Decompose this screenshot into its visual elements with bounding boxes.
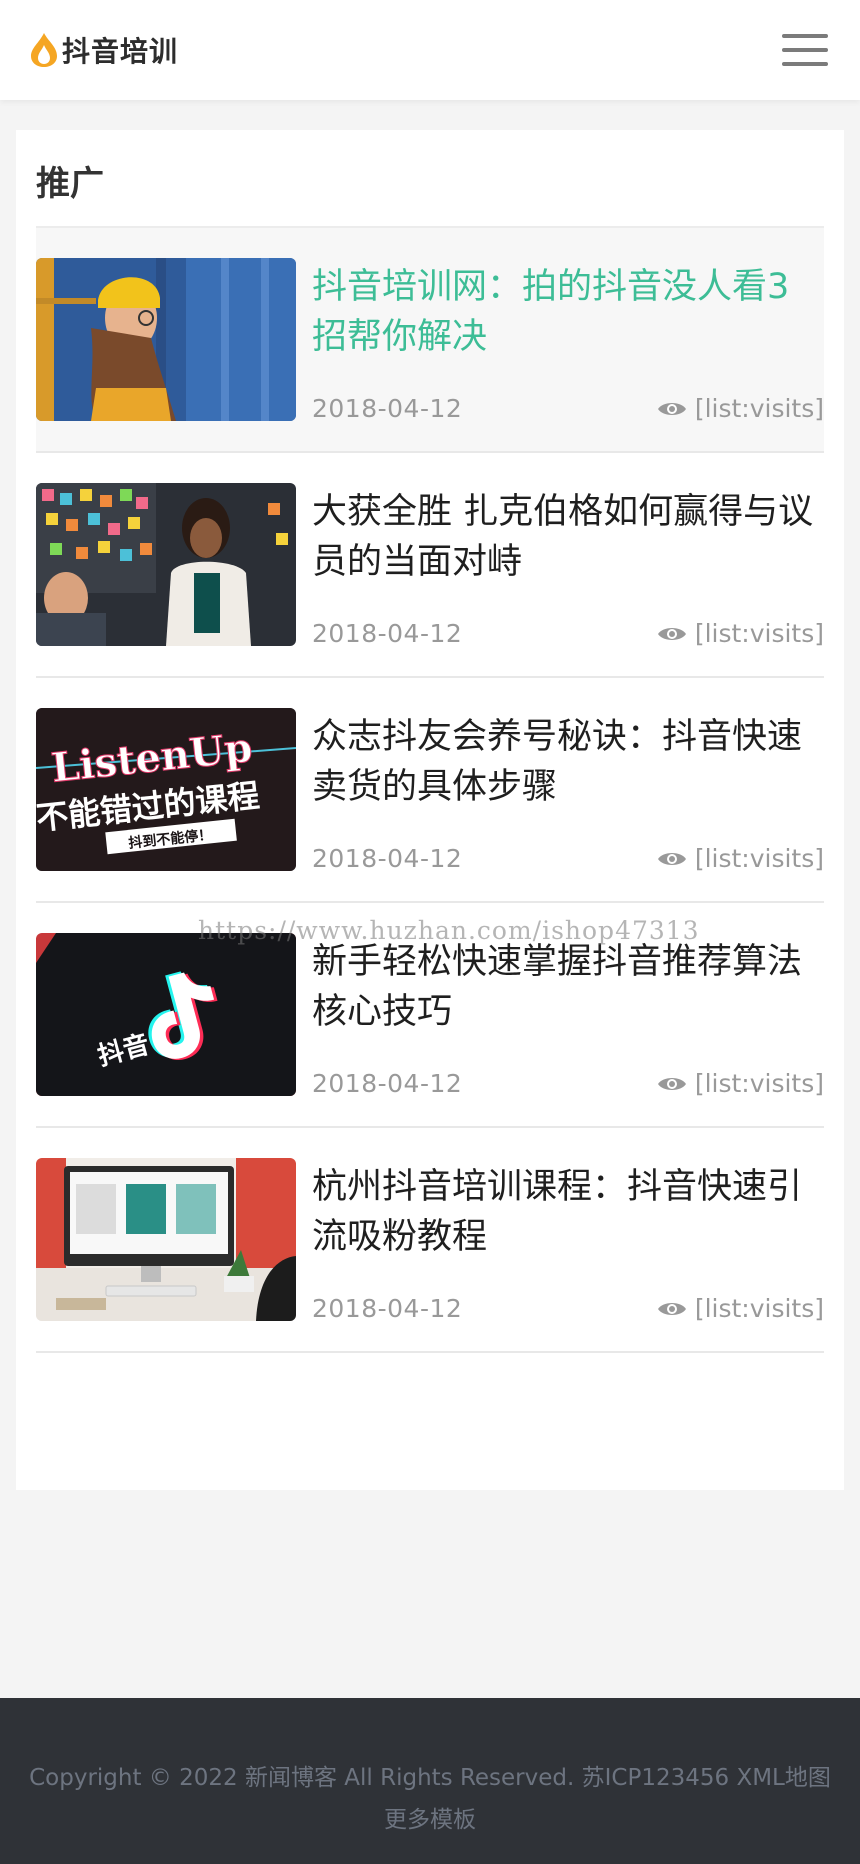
tiktok-logo-image: 抖音 [36, 933, 296, 1096]
news-thumbnail[interactable] [36, 1158, 296, 1321]
site-header: 抖音培训 [0, 0, 860, 100]
news-item[interactable]: 杭州抖音培训课程：抖音快速引流吸粉教程 2018-04-12 [list:vis… [36, 1128, 824, 1353]
news-thumbnail[interactable] [36, 258, 296, 421]
news-date: 2018-04-12 [312, 394, 463, 423]
visits-count: [list:visits] [694, 844, 824, 873]
listenup-banner-image: ListenUp 不能错过的课程 抖到不能停！ [36, 708, 296, 871]
eye-icon [657, 627, 686, 640]
section-title: 推广 [36, 164, 104, 204]
desk-imac-image [36, 1158, 296, 1321]
eye-icon [657, 1077, 686, 1090]
eye-icon [657, 402, 686, 415]
news-date: 2018-04-12 [312, 619, 463, 648]
news-visits: [list:visits] [657, 844, 824, 873]
news-title[interactable]: 抖音培训网：拍的抖音没人看3招帮你解决 [312, 262, 818, 362]
news-thumbnail[interactable]: ListenUp 不能错过的课程 抖到不能停！ [36, 708, 296, 871]
news-item[interactable]: 抖音培训网：拍的抖音没人看3招帮你解决 2018-04-12 [list:vis… [36, 228, 824, 453]
hamburger-menu-icon[interactable] [782, 34, 828, 66]
news-title[interactable]: 杭州抖音培训课程：抖音快速引流吸粉教程 [312, 1162, 818, 1262]
visits-count: [list:visits] [694, 394, 824, 423]
site-footer: Copyright © 2022 新闻博客 All Rights Reserve… [0, 1698, 860, 1864]
woman-beanie-image [36, 258, 296, 421]
news-item[interactable]: 大获全胜 扎克伯格如何赢得与议员的当面对峙 2018-04-12 [list:v… [36, 453, 824, 678]
visits-count: [list:visits] [694, 1069, 824, 1098]
news-title[interactable]: 大获全胜 扎克伯格如何赢得与议员的当面对峙 [312, 487, 818, 587]
site-logo[interactable]: 抖音培训 [28, 30, 178, 70]
news-visits: [list:visits] [657, 1294, 824, 1323]
eye-icon [657, 1302, 686, 1315]
news-title[interactable]: 众志抖友会养号秘诀：抖音快速卖货的具体步骤 [312, 712, 818, 812]
news-item[interactable]: 抖音 新手轻松快速掌握抖音推荐算法核心技巧 2018-04-12 [list:v… [36, 903, 824, 1128]
news-date: 2018-04-12 [312, 844, 463, 873]
news-thumbnail[interactable]: 抖音 [36, 933, 296, 1096]
news-list: 抖音培训网：拍的抖音没人看3招帮你解决 2018-04-12 [list:vis… [36, 228, 824, 1353]
more-templates-link[interactable]: 更多模板 [0, 1800, 860, 1834]
news-thumbnail[interactable] [36, 483, 296, 646]
visits-count: [list:visits] [694, 1294, 824, 1323]
visits-count: [list:visits] [694, 619, 824, 648]
news-visits: [list:visits] [657, 1069, 824, 1098]
news-date: 2018-04-12 [312, 1294, 463, 1323]
content-card: 推广 抖音培训网：拍的抖音没人看3招帮你解决 2018-04-12 [list:… [16, 130, 844, 1490]
news-title[interactable]: 新手轻松快速掌握抖音推荐算法核心技巧 [312, 937, 818, 1037]
logo-text: 抖音培训 [62, 35, 179, 68]
footer-copyright: Copyright © 2022 新闻博客 All Rights Reserve… [29, 1765, 831, 1791]
news-visits: [list:visits] [657, 394, 824, 423]
news-date: 2018-04-12 [312, 1069, 463, 1098]
flame-logo-icon [31, 33, 57, 67]
eye-icon [657, 852, 686, 865]
news-item[interactable]: ListenUp 不能错过的课程 抖到不能停！ 众志抖友会养号秘诀：抖音快速卖货… [36, 678, 824, 903]
news-visits: [list:visits] [657, 619, 824, 648]
sticky-notes-image [36, 483, 296, 646]
